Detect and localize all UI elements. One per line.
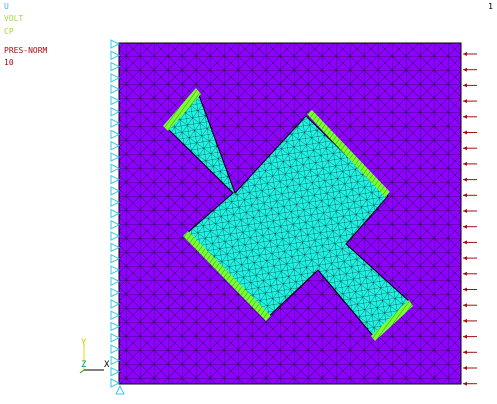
- constraint-triangle-icon: [110, 152, 121, 162]
- constraint-triangle-icon: [110, 332, 121, 343]
- legend-volt-label: VOLT: [4, 14, 24, 23]
- axis-triad: Y Z X: [79, 338, 110, 374]
- pressure-arrow-icon: [463, 209, 477, 213]
- constraint-triangle-icon: [110, 73, 121, 83]
- pressure-arrow-icon: [463, 366, 477, 370]
- constraint-triangle-icon: [110, 61, 121, 72]
- constraint-triangle-icon: [110, 378, 121, 388]
- triad-z-label: Z: [81, 360, 87, 370]
- constraint-triangle-icon: [110, 163, 121, 174]
- constraint-triangle-icon: [110, 219, 121, 230]
- constraint-triangle-icon: [110, 310, 121, 321]
- constraint-triangle-icon: [110, 231, 121, 241]
- pressure-arrow-icon: [463, 287, 477, 292]
- constraint-triangle-icon: [110, 299, 121, 309]
- pressure-arrow-icon: [463, 161, 477, 166]
- pressure-arrow-icon: [463, 146, 477, 151]
- legend-u-label: U: [4, 2, 9, 11]
- pressure-arrow-icon: [463, 381, 477, 386]
- constraint-triangle-icon: [110, 39, 121, 49]
- constraint-triangle-icon: [110, 84, 121, 95]
- pressure-arrow-icon: [463, 318, 477, 323]
- pressure-arrow-icon: [463, 240, 477, 245]
- pressure-arrows: [463, 52, 477, 386]
- pressure-arrow-icon: [463, 130, 477, 135]
- constraint-triangle-icon: [110, 129, 121, 140]
- pressure-arrow-icon: [463, 271, 477, 276]
- triad-y-label: Y: [81, 338, 87, 348]
- constraint-triangle-icon: [110, 344, 121, 354]
- pressure-arrow-icon: [463, 193, 477, 198]
- constraint-triangle-icon: [110, 366, 121, 377]
- pressure-arrow-icon: [463, 350, 477, 355]
- constraint-triangle-icon: [110, 50, 121, 61]
- constraint-triangle-icon: [115, 384, 125, 395]
- pressure-arrow-icon: [463, 114, 477, 119]
- constraint-triangle-icon: [110, 174, 121, 185]
- constraint-triangle-icon: [110, 287, 121, 298]
- constraint-triangle-icon: [110, 208, 121, 219]
- pressure-arrow-icon: [463, 52, 477, 56]
- constraint-triangle-icon: [110, 242, 121, 253]
- legend-cp-label: CP: [4, 27, 14, 36]
- pressure-arrow-icon: [463, 334, 477, 339]
- window-number: 1: [488, 2, 493, 11]
- constraint-triangle-icon: [110, 253, 121, 264]
- pressure-arrow-icon: [463, 303, 477, 308]
- constraint-triangle-icon: [110, 197, 121, 208]
- constraint-triangle-icon: [110, 265, 121, 275]
- constraint-triangle-icon: [110, 95, 121, 106]
- pressure-arrow-icon: [463, 67, 477, 72]
- constraint-triangle-icon: [110, 321, 121, 332]
- pressure-arrow-icon: [463, 177, 477, 182]
- legend-pres-norm-label: PRES-NORM: [4, 46, 48, 55]
- constraint-triangle-icon: [110, 140, 121, 151]
- pressure-arrow-icon: [463, 224, 477, 229]
- constraint-triangle-icon: [110, 118, 121, 128]
- triad-x-label: X: [104, 360, 110, 370]
- pressure-arrow-icon: [463, 256, 477, 261]
- constraint-triangle-icon: [110, 106, 121, 117]
- legend-pres-value: 10: [4, 58, 14, 67]
- constraint-triangle-icon: [110, 355, 121, 366]
- pressure-arrow-icon: [463, 83, 477, 88]
- pressure-arrow-icon: [463, 99, 477, 104]
- model-viewport[interactable]: Y Z X: [0, 0, 497, 404]
- constraint-triangle-icon: [110, 276, 121, 287]
- constraint-triangle-icon: [110, 186, 121, 196]
